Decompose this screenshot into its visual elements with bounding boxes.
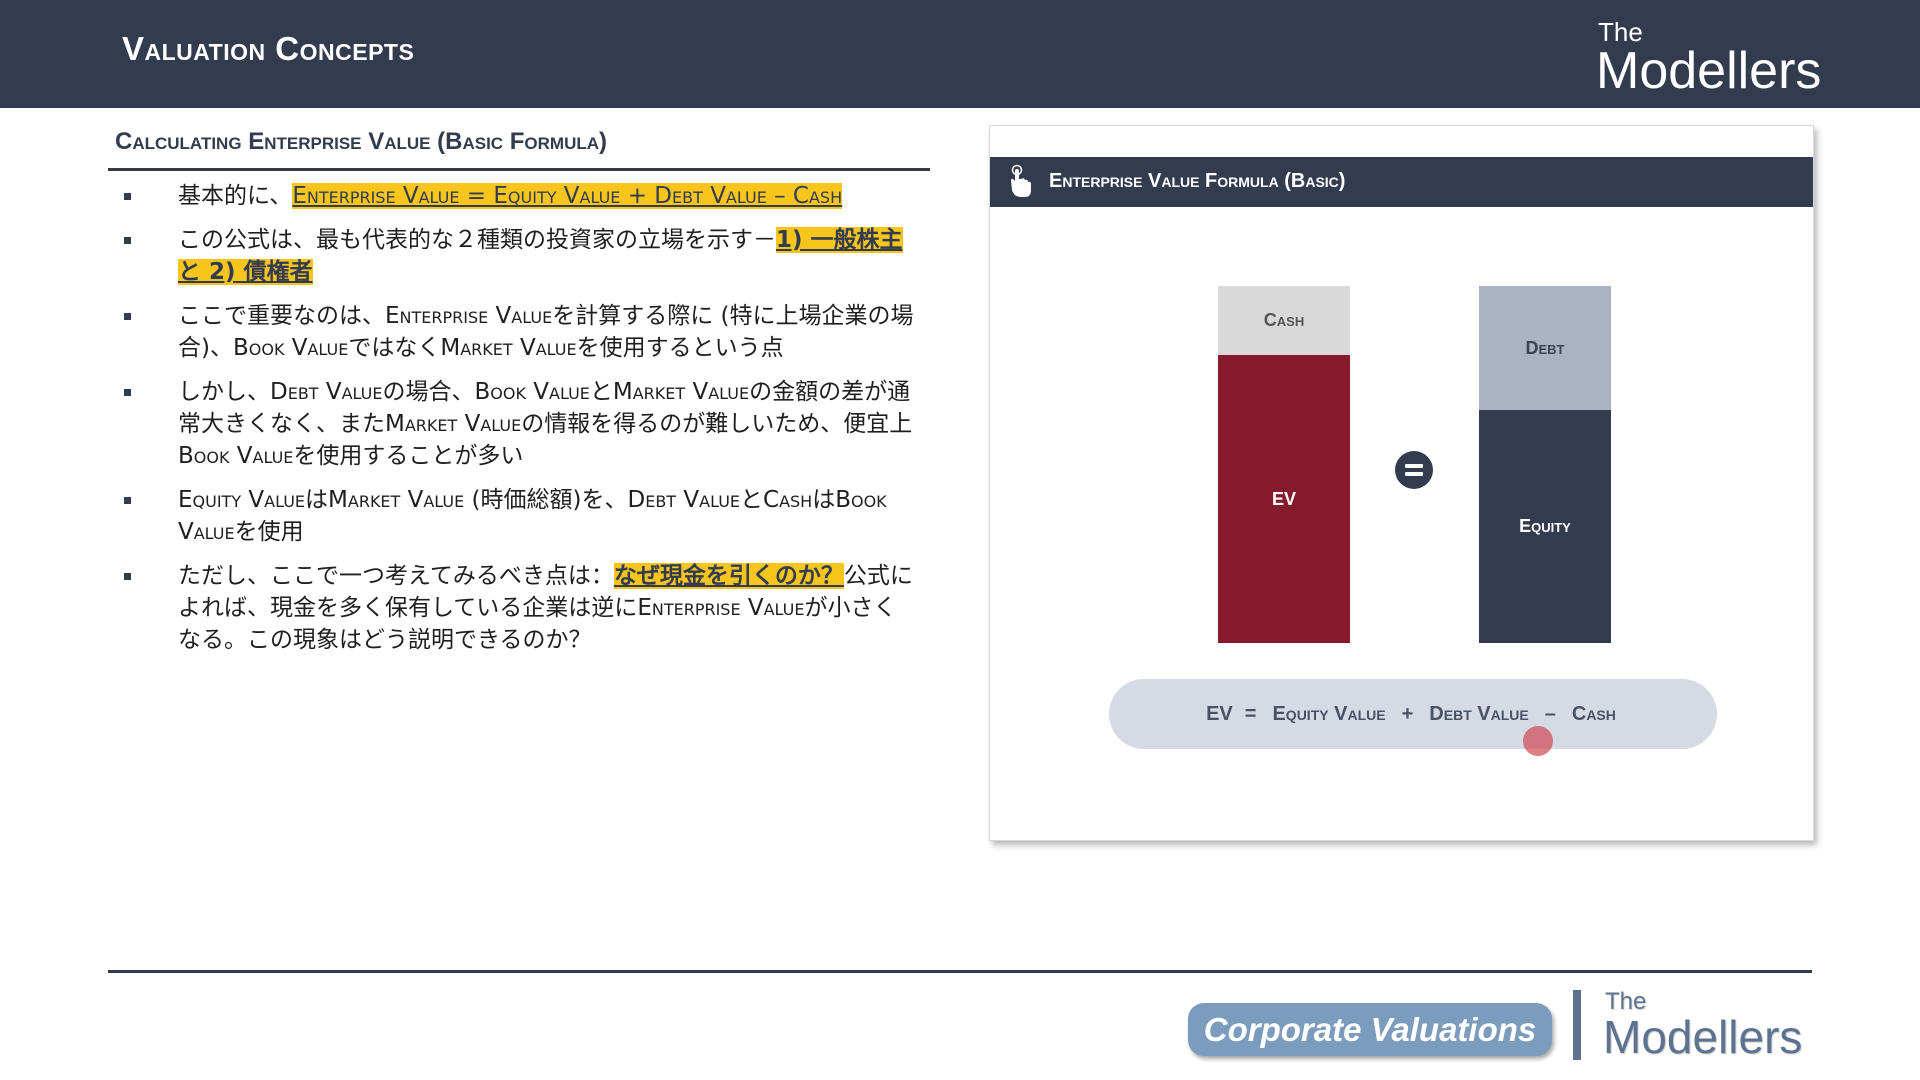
debt-label: Debt (1525, 337, 1565, 358)
bullet-text: を使用 (234, 519, 304, 545)
bullet-item-1: 基本的に、Enterprise Value = Equity Value + D… (118, 180, 918, 212)
header-bar: Valuation Concepts The Modellers (0, 0, 1920, 108)
bullet-marker (124, 237, 131, 244)
bullet-item-4: しかし、Debt Valueの場合、Book ValueとMarket Valu… (118, 376, 918, 472)
bullet-marker (124, 573, 131, 580)
term: Book Value (178, 443, 294, 469)
bullet-marker (124, 389, 131, 396)
bullet-text: を使用するという点 (576, 335, 784, 361)
highlight-question: なぜ現金を引くのか？ (613, 563, 844, 589)
formula-debt: Debt Value (1429, 702, 1529, 725)
term: Book Value (232, 335, 349, 361)
formula-equity: Equity Value (1272, 702, 1386, 725)
ev-label: EV (1271, 488, 1296, 509)
bullet-list: 基本的に、Enterprise Value = Equity Value + D… (118, 180, 918, 668)
bullet-item-3: ここで重要なのは、Enterprise Valueを計算する際に (特に上場企業… (118, 300, 918, 364)
term: Market Value (328, 487, 465, 513)
equity-label: Equity (1519, 516, 1571, 536)
bullet-item-5: Equity ValueはMarket Value (時価総額)を、Debt V… (118, 484, 918, 548)
equals-circle-icon (1395, 451, 1433, 489)
bullet-text: (時価総額)を、 (464, 487, 628, 513)
bullet-text: ただし、ここで一つ考えてみるべき点は： (178, 563, 614, 589)
cursor-pointer-dot (1523, 726, 1553, 756)
bullet-marker (124, 313, 131, 320)
bullet-text: の情報を得るのが難しいため、便宜上 (521, 411, 913, 437)
bullet-text: と (589, 379, 613, 405)
term: Equity Value (178, 487, 306, 513)
formula-minus: – (1544, 702, 1556, 725)
term: Market Value (612, 379, 750, 405)
bullet-text: と (740, 487, 764, 513)
bullet-text: は (305, 487, 329, 513)
bullet-text: の場合、 (382, 379, 475, 405)
term: Debt Value (627, 487, 741, 513)
debt-segment: Debt (1479, 286, 1611, 410)
logo-name: Modellers (1596, 42, 1822, 100)
panel-header: Enterprise Value Formula (Basic) (990, 157, 1813, 207)
formula-ev: EV (1206, 702, 1233, 725)
cash-segment: Cash (1218, 286, 1350, 355)
corporate-valuations-badge: Corporate Valuations (1188, 1003, 1552, 1056)
equity-segment: Equity (1479, 410, 1611, 643)
term: Cash (763, 487, 813, 513)
term: Enterprise Value (637, 595, 805, 621)
term: Enterprise Value (385, 303, 553, 329)
bullet-item-6: ただし、ここで一つ考えてみるべき点は：なぜ現金を引くのか？公式によれば、現金を多… (118, 560, 918, 656)
modellers-logo: The Modellers (1596, 18, 1822, 100)
ev-formula-panel: Enterprise Value Formula (Basic) Cash EV… (989, 125, 1814, 841)
cash-label: Cash (1263, 310, 1305, 330)
bullet-text: は (812, 487, 836, 513)
ev-segment: EV (1218, 355, 1350, 643)
formula-pill: EV = Equity Value + Debt Value – Cash (1109, 679, 1717, 749)
heading-divider (108, 168, 930, 171)
bullet-text: しかし、 (178, 379, 270, 405)
panel-title: Enterprise Value Formula (Basic) (1049, 170, 1346, 192)
bullet-marker (124, 193, 131, 200)
bullet-text: を使用することが多い (293, 443, 524, 469)
formula-plus: + (1401, 702, 1414, 725)
bullet-text: この公式は、最も代表的な２種類の投資家の立場を示す－ (178, 227, 776, 253)
footer-logo-bar (1573, 990, 1581, 1060)
footer-divider (108, 970, 1812, 973)
formula-cash: Cash (1571, 702, 1616, 725)
bullet-text: ここで重要なのは、 (178, 303, 385, 329)
term: Market Value (385, 411, 522, 437)
highlight-formula: Enterprise Value = Equity Value + Debt V… (292, 183, 843, 209)
term: Market Value (440, 335, 577, 361)
slide-title: Valuation Concepts (122, 30, 415, 67)
bullet-item-2: この公式は、最も代表的な２種類の投資家の立場を示す－1) 一般株主と 2) 債権… (118, 224, 918, 288)
section-heading: Calculating Enterprise Value (Basic Form… (115, 128, 608, 155)
bullet-text: 基本的に、 (178, 183, 293, 209)
bullet-marker (124, 497, 131, 504)
bullet-text: ではなく (348, 335, 441, 361)
term: Book Value (474, 379, 590, 405)
footer-logo-name: Modellers (1603, 1011, 1803, 1063)
hand-pointer-icon (1011, 164, 1031, 197)
footer-modellers-logo: The Modellers (1603, 990, 1803, 1063)
term: Debt Value (270, 379, 383, 405)
formula-equals: = (1244, 702, 1257, 725)
